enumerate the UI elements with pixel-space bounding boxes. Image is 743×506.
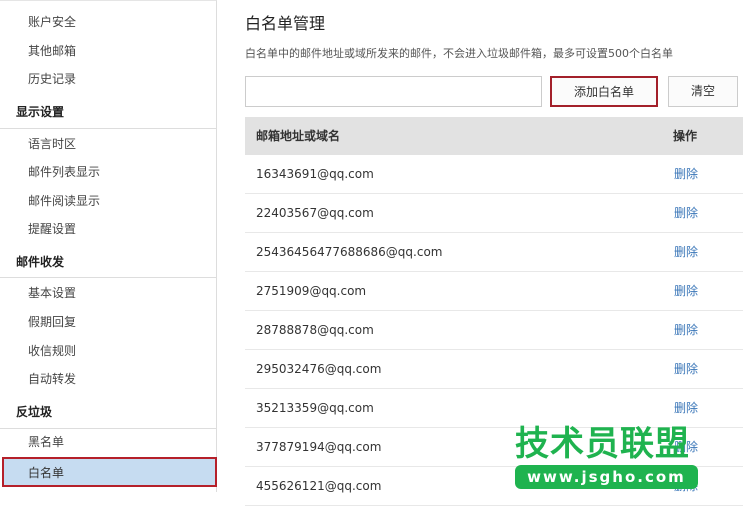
sidebar-item-rules[interactable]: 收信规则 [28,341,76,361]
table-row: 295032476@qq.com 删除 [245,350,743,389]
sidebar-group-display: 显示设置 [16,105,65,119]
row-email: 16343691@qq.com [256,167,374,181]
row-email: 455626121@qq.com [256,479,382,493]
settings-sidebar: 账户安全 其他邮箱 历史记录 显示设置 语言时区 邮件列表显示 邮件阅读显示 提… [0,0,217,492]
description: 白名单中的邮件地址或域所发来的邮件，不会进入垃圾邮件箱，最多可设置500个白名单 [245,47,673,60]
table-header: 邮箱地址或域名 操作 [245,117,743,155]
column-email: 邮箱地址或域名 [256,129,341,143]
sidebar-item-reminders[interactable]: 提醒设置 [28,219,76,239]
sidebar-item-history[interactable]: 历史记录 [28,69,76,89]
delete-link[interactable]: 删除 [674,311,698,349]
sidebar-item-language[interactable]: 语言时区 [28,134,76,154]
delete-link[interactable]: 删除 [674,272,698,310]
row-email: 2751909@qq.com [256,284,367,298]
table-row: 25436456477688686@qq.com 删除 [245,233,743,272]
row-email: 35213359@qq.com [256,401,374,415]
divider [0,277,216,278]
table-row: 28788878@qq.com 删除 [245,311,743,350]
row-email: 295032476@qq.com [256,362,382,376]
sidebar-item-basic[interactable]: 基本设置 [28,283,76,303]
divider [0,128,216,129]
delete-link[interactable]: 删除 [674,155,698,193]
table-row: 16343691@qq.com 删除 [245,155,743,194]
sidebar-group-mail: 邮件收发 [16,255,65,269]
sidebar-item-whitelist[interactable]: 白名单 [2,457,217,487]
clear-button[interactable]: 清空 [668,76,738,107]
page-title: 白名单管理 [245,14,326,33]
row-email: 22403567@qq.com [256,206,374,220]
row-email: 28788878@qq.com [256,323,374,337]
add-whitelist-button[interactable]: 添加白名单 [550,76,658,107]
sidebar-item-other-mailboxes[interactable]: 其他邮箱 [28,41,76,61]
sidebar-item-blacklist[interactable]: 黑名单 [28,432,64,452]
sidebar-group-spam: 反垃圾 [16,405,53,419]
sidebar-item-list-display[interactable]: 邮件列表显示 [28,162,100,182]
delete-link[interactable]: 删除 [674,467,698,505]
delete-link[interactable]: 删除 [674,233,698,271]
row-email: 377879194@qq.com [256,440,382,454]
sidebar-item-account-security[interactable]: 账户安全 [28,12,76,32]
table-row: 455626121@qq.com 删除 [245,467,743,506]
table-row: 2751909@qq.com 删除 [245,272,743,311]
delete-link[interactable]: 删除 [674,350,698,388]
delete-link[interactable]: 删除 [674,428,698,466]
sidebar-item-vacation-reply[interactable]: 假期回复 [28,312,76,332]
sidebar-item-label: 白名单 [28,466,65,480]
table-row: 35213359@qq.com 删除 [245,389,743,428]
sidebar-item-read-display[interactable]: 邮件阅读显示 [28,191,100,211]
column-action: 操作 [673,129,698,143]
table-row: 377879194@qq.com 删除 [245,428,743,467]
sidebar-item-forwarding[interactable]: 自动转发 [28,369,76,389]
delete-link[interactable]: 删除 [674,389,698,427]
email-input[interactable] [245,76,542,107]
divider [0,428,216,429]
delete-link[interactable]: 删除 [674,194,698,232]
row-email: 25436456477688686@qq.com [256,245,443,259]
table-row: 22403567@qq.com 删除 [245,194,743,233]
